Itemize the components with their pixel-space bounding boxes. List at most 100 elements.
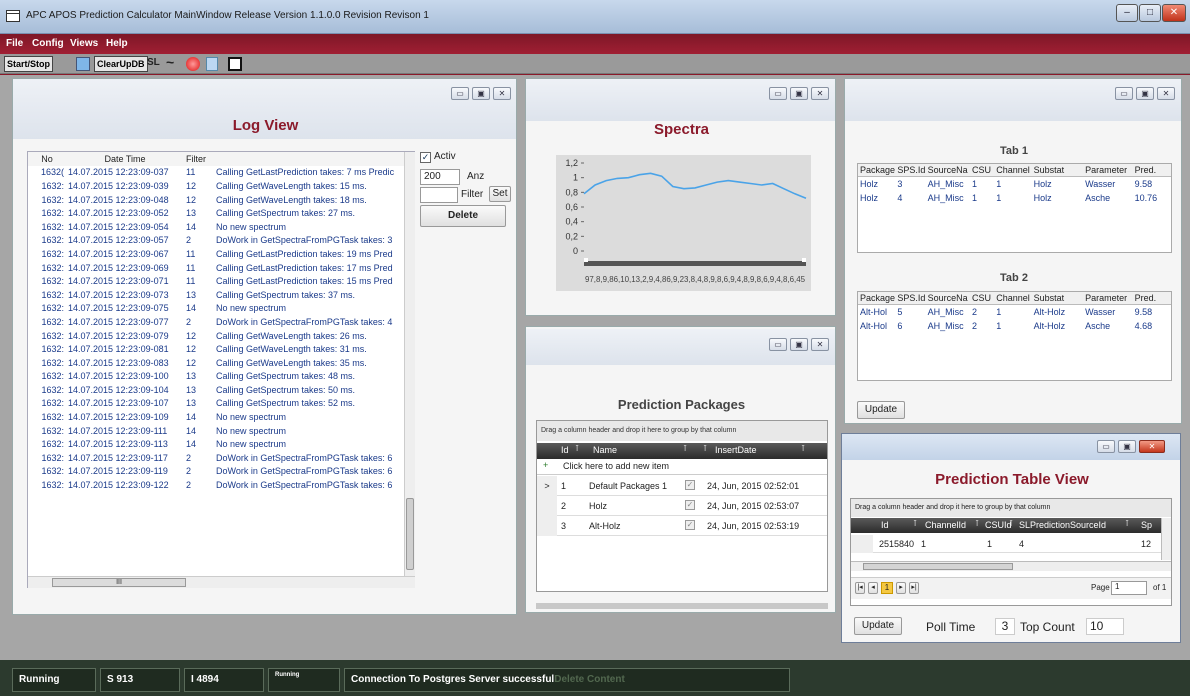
wave-icon[interactable]: ~ bbox=[166, 54, 174, 70]
log-row[interactable]: 1632: 14.07.2015 12:23:09-104 13 Calling Ge… bbox=[28, 383, 404, 397]
packages-scrollbar[interactable] bbox=[536, 603, 828, 609]
col-header-datetime[interactable]: Date Time bbox=[66, 152, 184, 166]
maximize-button[interactable]: □ bbox=[1139, 4, 1161, 22]
table-view-vscroll[interactable] bbox=[1161, 518, 1171, 560]
table-row[interactable]: Alt-Hol 5 AH_Misc 2 1 Alt-Holz Wasser 9.58 bbox=[858, 305, 1171, 320]
log-row[interactable]: 1632: 14.07.2015 12:23:09-039 12 Calling Ge… bbox=[28, 179, 404, 193]
log-vertical-scrollbar[interactable] bbox=[404, 152, 415, 576]
filter-icon[interactable]: ⊺ bbox=[703, 444, 707, 453]
col-header[interactable]: Pred. bbox=[1132, 164, 1171, 177]
filter-input[interactable] bbox=[420, 187, 458, 203]
table-row[interactable]: Holz 4 AH_Misc 1 1 Holz Asche 10.76 bbox=[858, 191, 1171, 205]
col-header[interactable]: Parameter bbox=[1083, 292, 1133, 305]
range-slider-handle[interactable] bbox=[584, 258, 588, 262]
activ-checkbox[interactable]: ✓ bbox=[420, 152, 431, 163]
filter-icon[interactable]: ⊺ bbox=[975, 519, 979, 528]
filter-icon[interactable]: ⊺ bbox=[575, 444, 579, 453]
table-row[interactable]: 2515840 1 1 4 12 bbox=[851, 535, 1161, 553]
col-header[interactable]: CSU bbox=[970, 164, 995, 177]
col-channelid[interactable]: ChannelId bbox=[925, 520, 966, 530]
log-row[interactable]: 1632: 14.07.2015 12:23:09-113 14 No new spe… bbox=[28, 437, 404, 451]
record-icon[interactable] bbox=[186, 57, 200, 71]
next-page-button[interactable]: ▸ bbox=[896, 582, 906, 594]
table-view-update-button[interactable]: Update bbox=[854, 617, 902, 635]
h-scroll-thumb[interactable] bbox=[863, 563, 1013, 570]
log-row[interactable]: 1632: 14.07.2015 12:23:09-107 13 Calling Ge… bbox=[28, 397, 404, 411]
menu-help[interactable]: Help bbox=[106, 38, 128, 49]
panel-close-button[interactable]: ✕ bbox=[493, 87, 511, 100]
log-row[interactable]: 1632: 14.07.2015 12:23:09-069 11 Calling Ge… bbox=[28, 261, 404, 275]
panel-minimize-button[interactable]: ▭ bbox=[769, 338, 787, 351]
tabs-update-button[interactable]: Update bbox=[857, 401, 905, 419]
col-header[interactable]: SPS.Id bbox=[895, 292, 926, 305]
log-row[interactable]: 1632: 14.07.2015 12:23:09-117 2 DoWork in G… bbox=[28, 451, 404, 465]
log-list[interactable]: No Date Time Filter 1632(14.07.2015 12:2… bbox=[27, 151, 415, 588]
panel-minimize-button[interactable]: ▭ bbox=[1097, 440, 1115, 453]
checkbox[interactable]: ✓ bbox=[685, 520, 695, 530]
range-slider-handle[interactable] bbox=[802, 258, 806, 262]
col-header[interactable]: Pred. bbox=[1132, 292, 1171, 305]
log-row[interactable]: 1632: 14.07.2015 12:23:09-111 14 No new spe… bbox=[28, 424, 404, 438]
col-csuid[interactable]: CSUId bbox=[985, 520, 1012, 530]
panel-close-button[interactable]: ✕ bbox=[1139, 440, 1165, 453]
col-header-message[interactable] bbox=[214, 152, 404, 166]
current-page-button[interactable]: 1 bbox=[881, 582, 893, 594]
log-row[interactable]: 1632: 14.07.2015 12:23:09-100 13 Calling Ge… bbox=[28, 370, 404, 384]
filter-icon[interactable]: ⊺ bbox=[913, 519, 917, 528]
db-icon[interactable] bbox=[76, 57, 90, 71]
table-row[interactable]: Holz 3 AH_Misc 1 1 Holz Wasser 9.58 bbox=[858, 177, 1171, 192]
start-stop-button[interactable]: Start/Stop bbox=[4, 56, 54, 72]
col-header[interactable]: Channel bbox=[994, 292, 1032, 305]
col-header-filter[interactable]: Filter bbox=[184, 152, 214, 166]
window-icon[interactable] bbox=[228, 57, 242, 71]
close-button[interactable]: ✕ bbox=[1162, 4, 1186, 22]
set-button[interactable]: Set bbox=[489, 186, 511, 202]
panel-minimize-button[interactable]: ▭ bbox=[451, 87, 469, 100]
log-row[interactable]: 1632: 14.07.2015 12:23:09-052 13 Calling Ge… bbox=[28, 206, 404, 220]
col-header[interactable]: Parameter bbox=[1083, 164, 1133, 177]
scroll-thumb[interactable] bbox=[406, 498, 414, 570]
log-row[interactable]: 1632: 14.07.2015 12:23:09-109 14 No new spe… bbox=[28, 410, 404, 424]
col-sp[interactable]: Sp bbox=[1141, 520, 1152, 530]
top-count-input[interactable]: 10 bbox=[1086, 618, 1124, 635]
log-row[interactable]: 1632: 14.07.2015 12:23:09-083 12 Calling Ge… bbox=[28, 356, 404, 370]
table-row[interactable]: 2 Holz ✓ 24, Jun, 2015 02:53:07 bbox=[537, 496, 827, 516]
log-row[interactable]: 1632: 14.07.2015 12:23:09-077 2 DoWork in G… bbox=[28, 315, 404, 329]
col-header[interactable]: Package: bbox=[858, 292, 896, 305]
col-id[interactable]: Id bbox=[881, 520, 889, 530]
panel-restore-button[interactable]: ▣ bbox=[1118, 440, 1136, 453]
log-row[interactable]: 1632: 14.07.2015 12:23:09-057 2 DoWork in G… bbox=[28, 234, 404, 248]
panel-restore-button[interactable]: ▣ bbox=[472, 87, 490, 100]
col-id[interactable]: Id bbox=[561, 445, 569, 455]
first-page-button[interactable]: |◂ bbox=[855, 582, 865, 594]
log-row[interactable]: 1632: 14.07.2015 12:23:09-067 11 Calling Ge… bbox=[28, 247, 404, 261]
table-view-hscroll[interactable] bbox=[851, 561, 1171, 571]
col-slpredictionsourceid[interactable]: SLPredictionSourceId bbox=[1019, 520, 1106, 530]
menu-config[interactable]: Config bbox=[32, 38, 64, 49]
log-row[interactable]: 1632: 14.07.2015 12:23:09-048 12 Calling Ge… bbox=[28, 193, 404, 207]
col-header[interactable]: SourceNa bbox=[925, 292, 971, 305]
checkbox[interactable]: ✓ bbox=[685, 480, 695, 490]
col-header-no[interactable]: No bbox=[28, 152, 66, 166]
col-header[interactable]: Channel bbox=[994, 164, 1032, 177]
filter-icon[interactable]: ⊺ bbox=[683, 444, 687, 453]
log-row[interactable]: 1632: 14.07.2015 12:23:09-073 13 Calling Ge… bbox=[28, 288, 404, 302]
col-header[interactable]: CSU bbox=[970, 292, 995, 305]
log-row[interactable]: 1632(14.07.2015 12:23:09-037 11 Calling Ge… bbox=[28, 166, 404, 180]
panel-close-button[interactable]: ✕ bbox=[811, 338, 829, 351]
log-row[interactable]: 1632: 14.07.2015 12:23:09-054 14 No new spe… bbox=[28, 220, 404, 234]
log-horizontal-scrollbar[interactable]: III bbox=[28, 576, 415, 588]
sl-button[interactable]: SL bbox=[147, 57, 160, 68]
panel-restore-button[interactable]: ▣ bbox=[1136, 87, 1154, 100]
checkbox[interactable]: ✓ bbox=[685, 500, 695, 510]
table-row[interactable]: Alt-Hol 6 AH_Misc 2 1 Alt-Holz Asche 4.68 bbox=[858, 319, 1171, 333]
document-icon[interactable] bbox=[206, 57, 218, 71]
anz-input[interactable]: 200 bbox=[420, 169, 460, 185]
log-row[interactable]: 1632: 14.07.2015 12:23:09-122 2 DoWork in G… bbox=[28, 478, 404, 492]
clear-db-button[interactable]: ClearUpDB bbox=[94, 56, 148, 72]
log-row[interactable]: 1632: 14.07.2015 12:23:09-079 12 Calling Ge… bbox=[28, 329, 404, 343]
log-row[interactable]: 1632: 14.07.2015 12:23:09-071 11 Calling Ge… bbox=[28, 274, 404, 288]
filter-icon[interactable]: ⊺ bbox=[1125, 519, 1129, 528]
col-insertdate[interactable]: InsertDate bbox=[715, 445, 757, 455]
panel-restore-button[interactable]: ▣ bbox=[790, 87, 808, 100]
